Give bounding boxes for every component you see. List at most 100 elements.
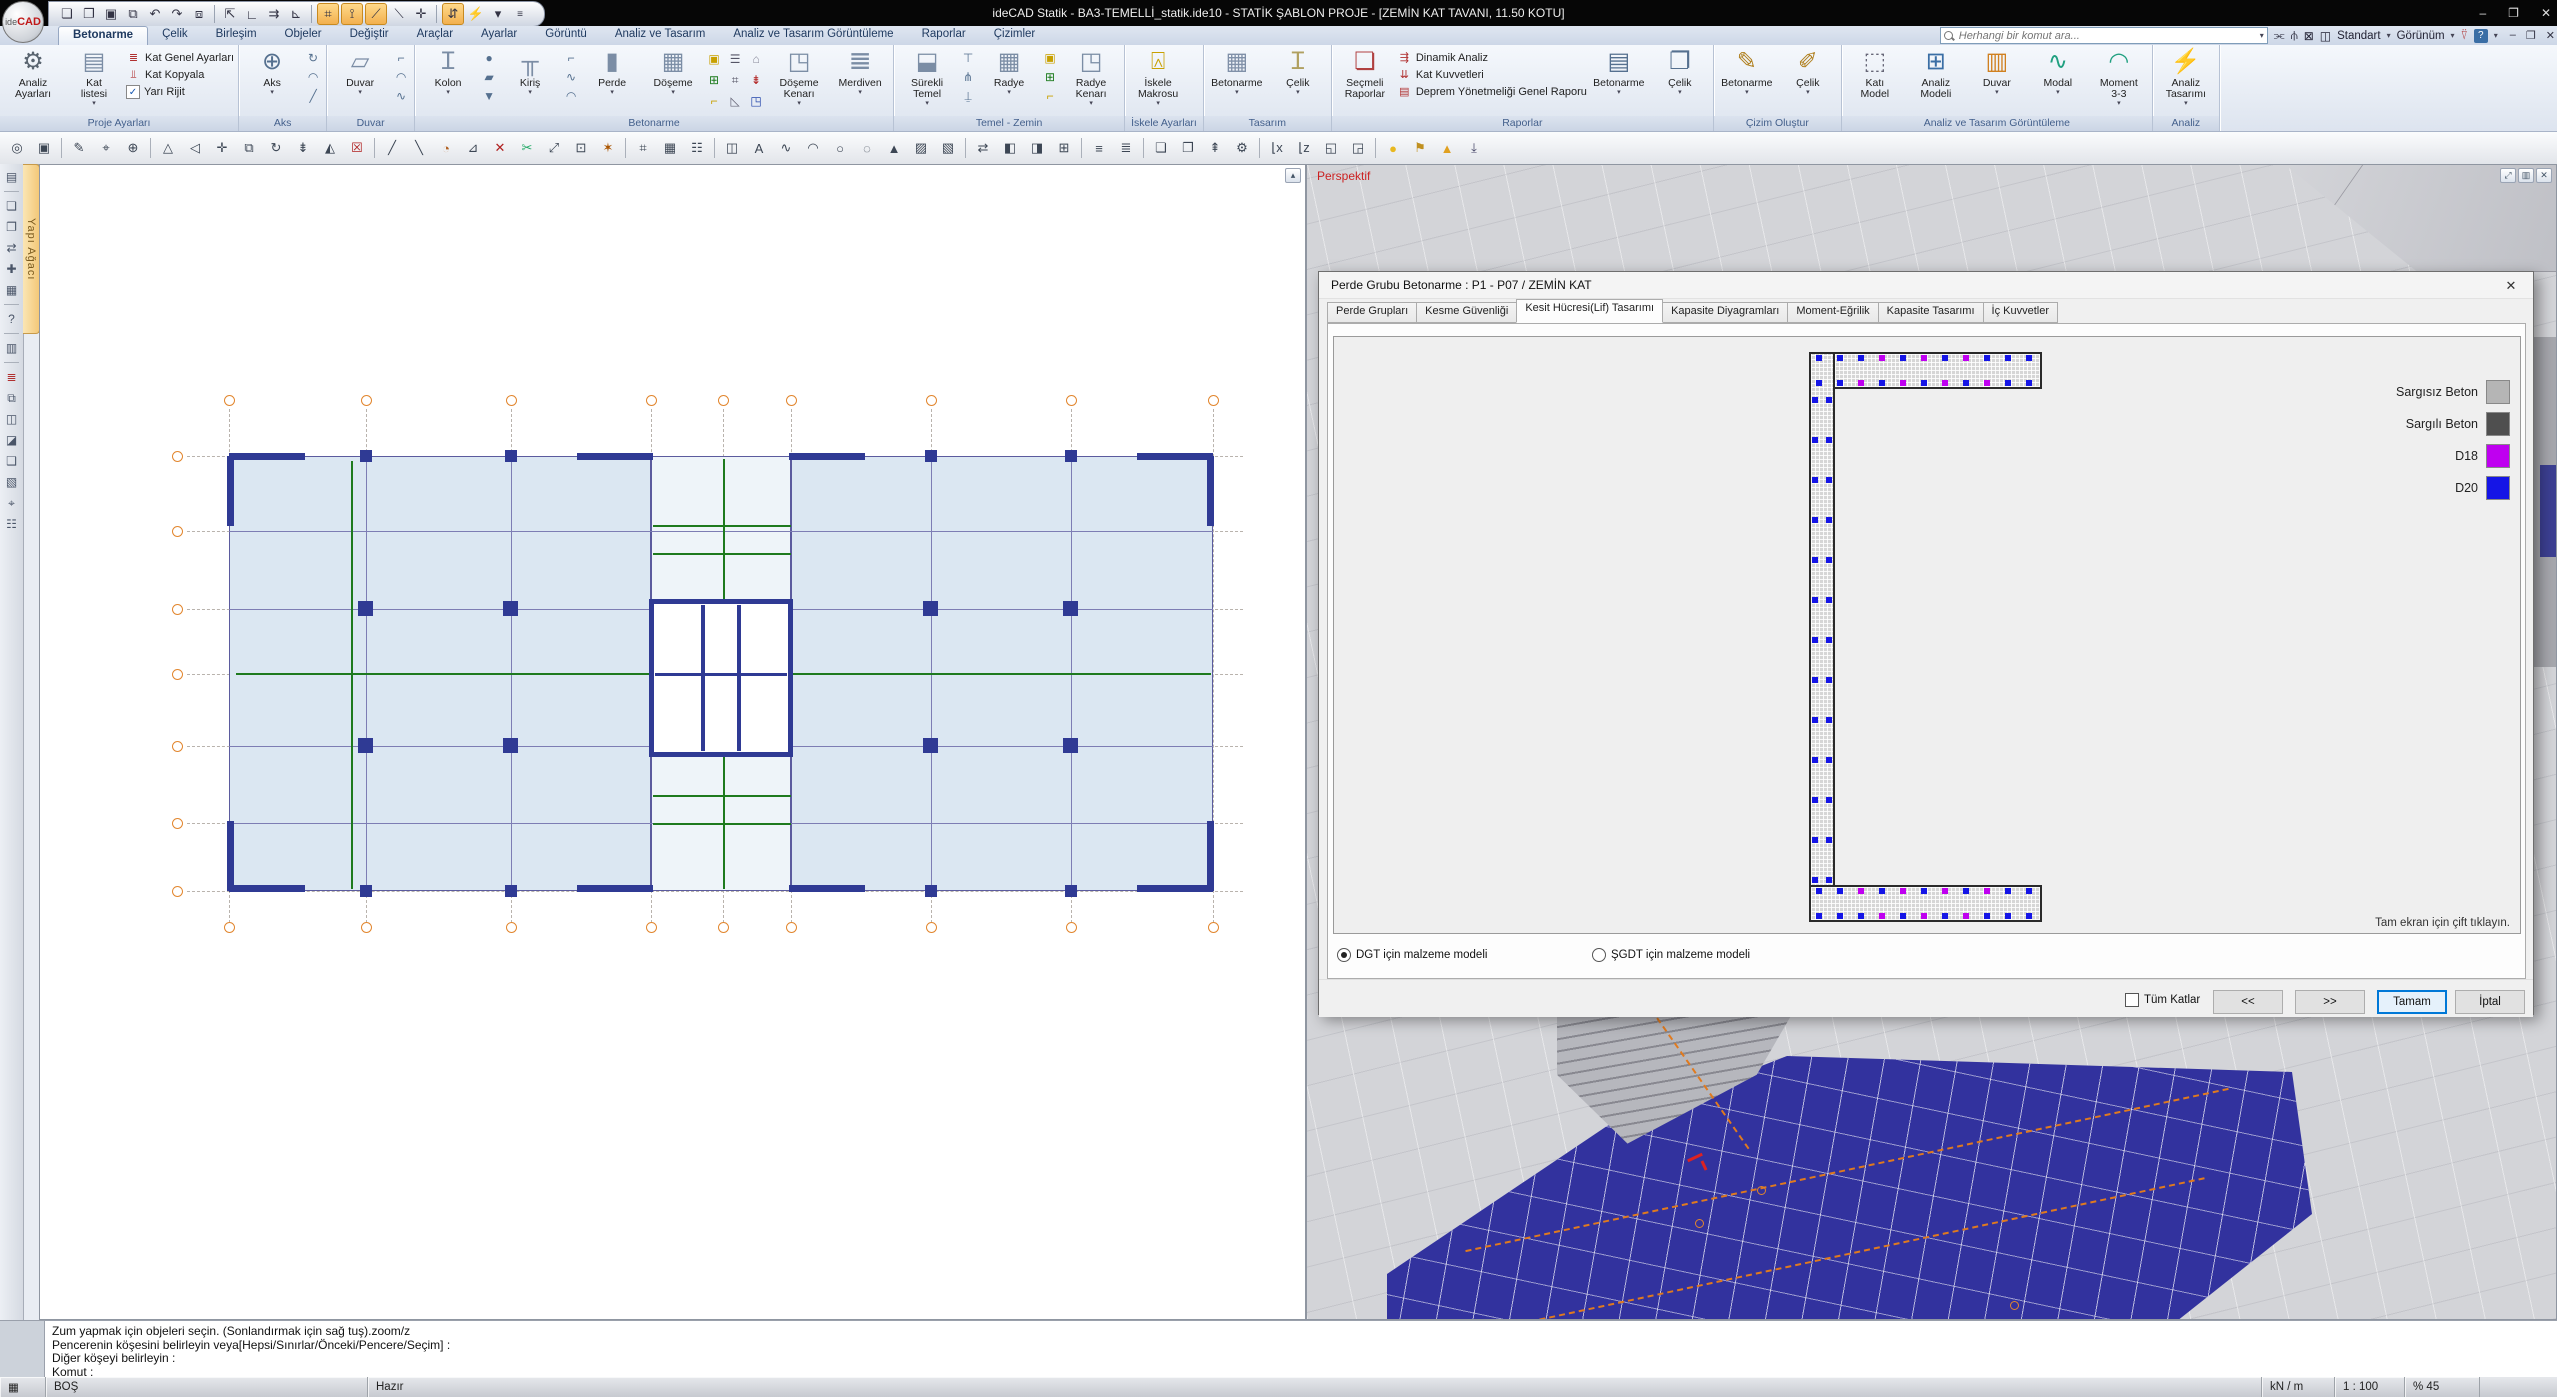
mirror-icon[interactable]: ◭ (317, 135, 343, 161)
dialog-tab-moment-eğrilik[interactable]: Moment-Eğrilik (1787, 302, 1878, 323)
assistant-icon[interactable]: ⍢ (2461, 28, 2468, 43)
radio-dot-icon[interactable] (1337, 948, 1351, 962)
dim-z-icon[interactable]: ⌊z (1291, 135, 1317, 161)
plan-viewport[interactable]: ▴ (39, 164, 1306, 1320)
menu-tab-de-i-tir[interactable]: Değiştir (336, 26, 403, 45)
all-storeys-checkbox[interactable]: Tüm Katlar (2125, 993, 2200, 1007)
poly-section-icon[interactable]: ▰ (480, 69, 498, 86)
dialog-tab-i-ç-kuvvetler[interactable]: İç Kuvvetler (1983, 302, 2058, 323)
beam-curve-icon[interactable]: ∿ (562, 69, 580, 86)
radio-dot-icon[interactable] (1592, 948, 1606, 962)
arc-icon[interactable]: ◠ (800, 135, 826, 161)
corner-mode-icon[interactable]: ⊾ (286, 4, 306, 24)
menu-tab-objeler[interactable]: Objeler (271, 26, 336, 45)
slab-lines-icon[interactable]: ☰ (726, 51, 744, 68)
circle-icon[interactable]: ○ (827, 135, 853, 161)
layer-states-icon[interactable]: ⫘ (2274, 28, 2285, 43)
slab-axes-icon[interactable]: ⊞ (705, 72, 723, 89)
copy-icon[interactable]: ⧉ (2, 389, 21, 407)
menu-tab-analiz-ve-tasar-m-g-r-nt-leme[interactable]: Analiz ve Tasarım Görüntüleme (719, 26, 907, 45)
ribbon-button-analiz-ayarları[interactable]: ⚙AnalizAyarları (4, 47, 62, 116)
move-copy-icon[interactable]: ⧉ (236, 135, 262, 161)
pane-maximize-icon[interactable]: ⤢ (2500, 168, 2516, 183)
frame-icon[interactable]: ⊡ (568, 135, 594, 161)
ribbon-row-dinamik-analiz[interactable]: ⇶Dinamik Analiz (1397, 51, 1587, 65)
ribbon-button-çelik[interactable]: ❐Çelik▾ (1651, 47, 1709, 116)
sheet-icon[interactable]: ❏ (1148, 135, 1174, 161)
flag-down-icon[interactable]: ⤓ (1461, 135, 1487, 161)
slab-loads-icon[interactable]: ⇟ (747, 72, 765, 89)
menu-tab--elik[interactable]: Çelik (148, 26, 202, 45)
doc-close-icon[interactable]: ✕ (2546, 29, 2555, 42)
radio-dgt-için-malzeme-modeli[interactable]: DGT için malzeme modeli (1337, 948, 1487, 962)
group-icon[interactable]: ▧ (2, 473, 21, 491)
help-icon[interactable]: ? (2474, 29, 2488, 43)
command-area[interactable]: Zum yapmak için objeleri seçin. (Sonland… (0, 1320, 2557, 1378)
slab-corner-icon[interactable]: ⌐ (705, 93, 723, 110)
dialog-tab-kesme-güvenliği[interactable]: Kesme Güvenliği (1416, 302, 1517, 323)
elevation-view-icon[interactable]: ◨ (1024, 135, 1050, 161)
ortho-mode-icon[interactable]: ∟ (242, 4, 262, 24)
paste-special-icon[interactable]: ◪ (2, 431, 21, 449)
drop-icon[interactable]: ⇟ (290, 135, 316, 161)
select-new-icon[interactable]: ✚ (2, 260, 21, 278)
drop-panel-icon[interactable]: ▣ (705, 51, 723, 68)
dim-3d-icon[interactable]: ◱ (1318, 135, 1344, 161)
rotate-icon[interactable]: ↻ (263, 135, 289, 161)
paste-icon[interactable]: ◫ (2, 410, 21, 428)
query-icon[interactable]: ? (2, 310, 21, 328)
group-dashed-icon[interactable]: ❑ (2, 452, 21, 470)
ribbon-button-kat-listesi[interactable]: ▤Katlistesi▾ (65, 47, 123, 116)
slab-edge-s-icon[interactable]: ◳ (747, 93, 765, 110)
ribbon-button-seçmeli-raporlar[interactable]: ❏SeçmeliRaporlar (1336, 47, 1394, 116)
pile-cap-icon[interactable]: ⊤ (959, 50, 977, 67)
pane-close-icon[interactable]: ✕ (2536, 168, 2552, 183)
parallel-mode-icon[interactable]: ⇉ (264, 4, 284, 24)
select-add-icon[interactable]: ❐ (2, 218, 21, 236)
qa-dropdown-icon[interactable]: ▾ (488, 4, 508, 24)
zoom-dynamic-icon[interactable]: ▣ (31, 135, 57, 161)
undo-icon[interactable]: ↶ (145, 4, 165, 24)
mirror-axis-icon[interactable]: ☒ (344, 135, 370, 161)
detail-view-icon[interactable]: ⊞ (1051, 135, 1077, 161)
toolbar-preset-label[interactable]: Standart (2337, 30, 2380, 42)
new-file-icon[interactable]: ❏ (57, 4, 77, 24)
view-menu-label[interactable]: Görünüm (2397, 30, 2445, 42)
ribbon-button-modal[interactable]: ∿Modal▾ (2029, 47, 2087, 116)
close-box-icon[interactable]: ⊠ (2304, 29, 2314, 43)
slab-hash-icon[interactable]: ⌗ (726, 72, 744, 89)
ribbon-row-kat-genel-ayarları[interactable]: ≣Kat Genel Ayarları (126, 51, 234, 65)
slab-canopy-icon[interactable]: ⌂ (747, 51, 765, 68)
dialog-tab-kapasite-tasarımı[interactable]: Kapasite Tasarımı (1878, 302, 1984, 323)
dialog-button-[interactable]: >> (2295, 990, 2365, 1014)
rotate-cw-icon[interactable]: ↻ (304, 50, 322, 67)
zoom-window-icon[interactable]: ◎ (4, 135, 30, 161)
wall-corner-icon[interactable]: ⌐ (392, 50, 410, 67)
dialog-tab-perde-grupları[interactable]: Perde Grupları (1327, 302, 1417, 323)
layers-icon[interactable]: ☷ (2, 515, 21, 533)
ribbon-button-çelik[interactable]: ✐Çelik▾ (1779, 47, 1837, 116)
redo-icon[interactable]: ↷ (167, 4, 187, 24)
report-view-icon[interactable]: ▥ (2, 339, 21, 357)
ribbon-button-moment-3-3[interactable]: ◠Moment3-3▾ (2090, 47, 2148, 116)
customize-quick-access-icon[interactable]: ≡ (510, 4, 530, 24)
ribbon-button-kiriş[interactable]: ╥Kiriş▾ (501, 47, 559, 116)
spray-icon[interactable]: ✶ (595, 135, 621, 161)
radio-şgdt-için-malzeme-modeli[interactable]: ŞGDT için malzeme modeli (1592, 948, 1750, 962)
grid-snap-icon[interactable]: ⌗ (317, 3, 339, 25)
slab-corner-icon[interactable]: ⌐ (1041, 88, 1059, 105)
midpoint-snap-icon[interactable]: ⟍ (389, 4, 409, 24)
extend-icon[interactable]: ╲ (406, 135, 432, 161)
text-icon[interactable]: A (746, 135, 772, 161)
dialog-button-i̇ptal[interactable]: İptal (2455, 990, 2525, 1014)
section-view-icon[interactable]: ◧ (997, 135, 1023, 161)
menu-tab-betonarme[interactable]: Betonarme (58, 26, 148, 46)
maximize-icon[interactable]: ❐ (2508, 6, 2519, 20)
divide-icon[interactable]: ✂ (514, 135, 540, 161)
slab-ramp-icon[interactable]: ◺ (726, 93, 744, 110)
trim-icon[interactable]: ╱ (379, 135, 405, 161)
select-icon[interactable]: ❏ (2, 197, 21, 215)
ribbon-row-yarı-rijit[interactable]: ✓Yarı Rijit (126, 85, 234, 99)
ribbon-button-kolon[interactable]: ＩKolon▾ (419, 47, 477, 116)
hatch-icon[interactable]: ▨ (908, 135, 934, 161)
